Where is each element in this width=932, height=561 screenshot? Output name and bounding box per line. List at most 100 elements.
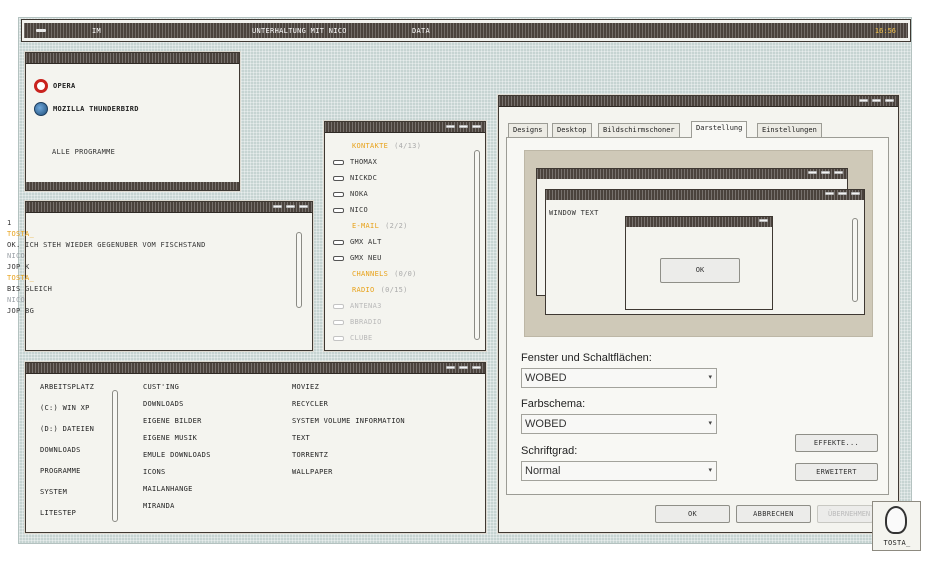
contact-item[interactable]: bbradio	[333, 318, 382, 326]
explorer-item[interactable]: system volume information	[292, 417, 405, 425]
explorer-item[interactable]: wallpaper	[292, 468, 333, 476]
contact-group[interactable]: Radio (0/15)	[352, 286, 408, 294]
chat-message: jop k	[7, 263, 30, 271]
chat-message: ok. ich steh wieder gegenuber vom fischs…	[7, 241, 206, 249]
explorer-item[interactable]: moviez	[292, 383, 319, 391]
launcher-item-thunderbird[interactable]: Mozilla Thunderbird	[34, 102, 139, 116]
contacts-scrollbar[interactable]	[474, 150, 480, 340]
status-icon	[333, 207, 344, 213]
opera-icon	[34, 79, 48, 93]
status-icon	[333, 159, 344, 165]
avatar-face-icon	[885, 506, 907, 534]
explorer-item[interactable]: eigene bilder	[143, 417, 202, 425]
apply-button[interactable]: Übernehmen	[817, 505, 873, 523]
chat-message: bis gleich	[7, 285, 53, 293]
explorer-item[interactable]: cust'ing	[143, 383, 179, 391]
contact-item[interactable]: nickdc	[333, 174, 377, 182]
explorer-item[interactable]: Litestep	[40, 509, 76, 517]
user-avatar[interactable]: tosta_	[872, 501, 921, 551]
top-taskbar: IM Unterhaltung mit nico Data 16:56	[21, 19, 911, 42]
explorer-item[interactable]: System	[40, 488, 67, 496]
explorer-item[interactable]: (C:) Win XP	[40, 404, 90, 412]
tab-screensaver[interactable]: Bildschirmschoner	[598, 123, 680, 137]
minimize-icon[interactable]	[446, 366, 455, 369]
appearance-preview: Window Text OK	[524, 150, 873, 337]
maximize-icon[interactable]	[872, 99, 881, 102]
tab-desktop[interactable]: Desktop	[552, 123, 592, 137]
explorer-item[interactable]: Programme	[40, 467, 81, 475]
menu-conversation[interactable]: Unterhaltung mit nico	[252, 27, 347, 35]
explorer-item[interactable]: eigene musik	[143, 434, 197, 442]
preview-dialog: OK	[625, 216, 773, 310]
chat-nick: tosta_	[7, 230, 35, 238]
status-icon	[333, 239, 344, 245]
effects-button[interactable]: Effekte...	[795, 434, 878, 452]
status-icon	[333, 303, 344, 309]
chat-nick: nico	[7, 296, 26, 304]
explorer-item[interactable]: recycler	[292, 400, 328, 408]
label-color-scheme: Farbschema:	[521, 398, 586, 410]
contact-group[interactable]: Channels (0/0)	[352, 270, 417, 278]
all-programs-link[interactable]: Alle Programme	[52, 148, 115, 156]
explorer-item[interactable]: (D:) Dateien	[40, 425, 94, 433]
explorer-item[interactable]: Arbeitsplatz	[40, 383, 94, 391]
advanced-button[interactable]: Erweitert	[795, 463, 878, 481]
chevron-down-icon: ▾	[708, 420, 712, 427]
contacts-window	[324, 121, 486, 351]
label-font-size: Schriftgrad:	[521, 445, 578, 457]
menu-im[interactable]: IM	[92, 27, 101, 35]
label-windows-buttons: Fenster und Schaltflächen:	[521, 352, 652, 364]
launcher-item-opera[interactable]: Opera	[34, 79, 76, 93]
contact-group[interactable]: Kontakte (4/13)	[352, 142, 421, 150]
tab-appearance[interactable]: Darstellung	[691, 121, 748, 138]
explorer-item[interactable]: emule downloads	[143, 451, 211, 459]
status-icon	[333, 319, 344, 325]
contact-item[interactable]: gmx neu	[333, 254, 382, 262]
chat-message: jop bg	[7, 307, 35, 315]
maximize-icon[interactable]	[459, 366, 468, 369]
maximize-icon[interactable]	[286, 205, 295, 208]
status-icon	[333, 335, 344, 341]
close-icon[interactable]	[885, 99, 894, 102]
explorer-item[interactable]: mailanhange	[143, 485, 193, 493]
tab-designs[interactable]: Designs	[508, 123, 548, 137]
menu-dash-icon[interactable]	[36, 29, 46, 32]
minimize-icon[interactable]	[273, 205, 282, 208]
cancel-button[interactable]: Abbrechen	[736, 505, 811, 523]
chevron-down-icon: ▾	[708, 467, 712, 474]
explorer-item[interactable]: Downloads	[40, 446, 81, 454]
explorer-item[interactable]: text	[292, 434, 310, 442]
contact-group[interactable]: E-Mail (2/2)	[352, 222, 408, 230]
preview-window-text: Window Text	[549, 209, 599, 217]
status-icon	[333, 255, 344, 261]
contact-item[interactable]: noka	[333, 190, 368, 198]
user-name: tosta_	[883, 539, 911, 547]
windows-buttons-select[interactable]: WOBED ▾	[521, 368, 717, 388]
explorer-item[interactable]: icons	[143, 468, 166, 476]
contact-item[interactable]: gmx alt	[333, 238, 382, 246]
maximize-icon[interactable]	[459, 125, 468, 128]
chat-scrollbar[interactable]	[296, 232, 302, 308]
explorer-scrollbar[interactable]	[112, 390, 118, 522]
launcher-window: Opera Mozilla Thunderbird Alle Programme	[25, 52, 240, 191]
contact-item[interactable]: antena3	[333, 302, 382, 310]
close-icon[interactable]	[299, 205, 308, 208]
close-icon[interactable]	[472, 366, 481, 369]
color-scheme-select[interactable]: WOBED ▾	[521, 414, 717, 434]
contact-item[interactable]: thomax	[333, 158, 377, 166]
close-icon[interactable]	[472, 125, 481, 128]
minimize-icon[interactable]	[446, 125, 455, 128]
explorer-item[interactable]: miranda	[143, 502, 175, 510]
menu-data[interactable]: Data	[412, 27, 430, 35]
explorer-item[interactable]: downloads	[143, 400, 184, 408]
chat-nick: tosta_	[7, 274, 35, 282]
chevron-down-icon: ▾	[708, 374, 712, 381]
chat-message: 1	[7, 219, 12, 227]
contact-item[interactable]: clube	[333, 334, 373, 342]
font-size-select[interactable]: Normal ▾	[521, 461, 717, 481]
contact-item[interactable]: nico	[333, 206, 368, 214]
minimize-icon[interactable]	[859, 99, 868, 102]
ok-button[interactable]: OK	[655, 505, 730, 523]
tab-settings[interactable]: Einstellungen	[757, 123, 822, 137]
explorer-item[interactable]: torrentz	[292, 451, 328, 459]
